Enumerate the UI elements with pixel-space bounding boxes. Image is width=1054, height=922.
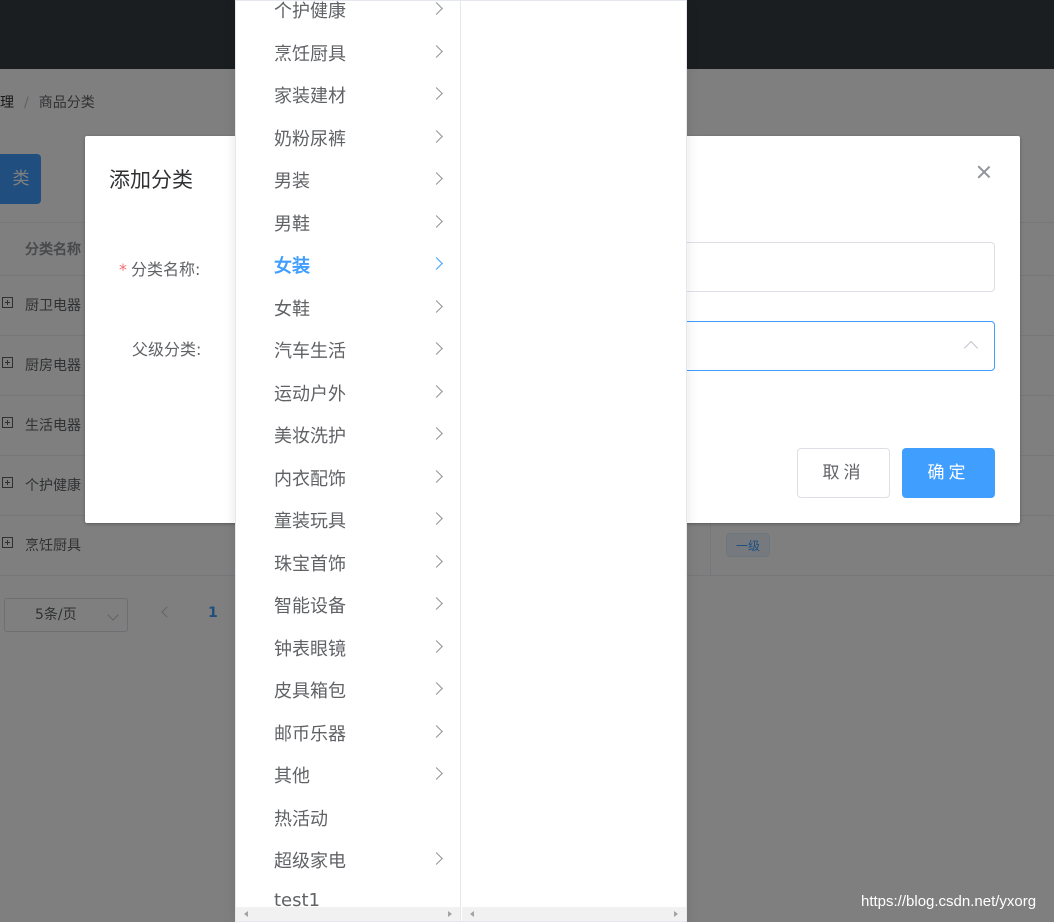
cancel-button[interactable]: 取消 — [797, 448, 890, 498]
cascader-option[interactable]: 钟表眼镜 — [236, 626, 460, 668]
cascader-option[interactable]: 个护健康 — [236, 1, 460, 30]
cascader-option[interactable]: 女鞋 — [236, 286, 460, 328]
cascader-option[interactable]: 男装 — [236, 158, 460, 200]
cascader-option[interactable]: 运动户外 — [236, 371, 460, 413]
chevron-right-icon — [430, 384, 443, 398]
chevron-right-icon — [430, 512, 443, 525]
parent-category-label: 父级分类: — [132, 340, 202, 359]
scroll-right-icon[interactable] — [448, 911, 452, 917]
cascader-option[interactable]: 美妆洗护 — [236, 413, 460, 455]
cascader-option[interactable]: 女装 — [236, 243, 460, 285]
cascader-option-label: 女鞋 — [274, 298, 310, 320]
cascader-option[interactable]: 邮币乐器 — [236, 711, 460, 753]
cascader-option[interactable]: 皮具箱包 — [236, 668, 460, 710]
chevron-right-icon — [430, 852, 443, 865]
category-name-input[interactable] — [645, 242, 995, 292]
close-icon[interactable] — [976, 164, 992, 180]
category-name-label: * 分类名称: — [119, 256, 200, 280]
cascader-option-label: 超级家电 — [274, 851, 346, 872]
scroll-left-icon[interactable] — [470, 911, 474, 917]
cascader-option-label: 皮具箱包 — [274, 681, 346, 702]
chevron-right-icon — [430, 724, 443, 738]
cascader-option[interactable]: 奶粉尿裤 — [236, 116, 460, 158]
chevron-up-icon — [963, 340, 979, 356]
chevron-right-icon — [430, 469, 443, 483]
cascader-option-label: 珠宝首饰 — [274, 553, 346, 575]
chevron-right-icon — [430, 639, 443, 653]
cascader-option-label: 美妆洗护 — [274, 426, 346, 447]
cascader-option-label: 邮币乐器 — [274, 723, 346, 745]
required-mark: * — [119, 260, 127, 279]
chevron-right-icon — [430, 214, 443, 228]
cascader-menu-level-2 — [461, 1, 686, 921]
watermark-text: https://blog.csdn.net/yxorg — [861, 893, 1037, 910]
confirm-button[interactable]: 确定 — [902, 448, 995, 498]
cascader-option-label: 奶粉尿裤 — [274, 128, 346, 150]
chevron-right-icon — [430, 129, 443, 143]
cascader-option[interactable]: 家装建材 — [236, 73, 460, 115]
category-name-label-text: 分类名称: — [131, 260, 201, 279]
menu-2-horizontal-scrollbar[interactable] — [462, 907, 686, 921]
chevron-right-icon — [430, 172, 443, 185]
cascader-option[interactable]: 热活动 — [236, 796, 460, 838]
chevron-right-icon — [430, 299, 443, 313]
cascader-option-label: 个护健康 — [274, 1, 346, 22]
cascader-option-label: 运动户外 — [274, 383, 346, 405]
cascader-option-label: 智能设备 — [274, 596, 346, 617]
cascader-option[interactable]: 男鞋 — [236, 201, 460, 243]
dialog-title: 添加分类 — [109, 168, 193, 192]
cascader-option[interactable]: 内衣配饰 — [236, 456, 460, 498]
cascader-menu-level-1: 个护健康烹饪厨具家装建材奶粉尿裤男装男鞋女装女鞋汽车生活运动户外美妆洗护内衣配饰… — [236, 1, 461, 921]
cascader-option[interactable]: 超级家电 — [236, 838, 460, 880]
cascader-option[interactable]: 烹饪厨具 — [236, 31, 460, 73]
cascader-option[interactable]: 珠宝首饰 — [236, 541, 460, 583]
cascader-option-label: 童装玩具 — [274, 511, 346, 532]
cascader-option-label: 汽车生活 — [274, 341, 346, 362]
chevron-right-icon — [430, 257, 443, 270]
parent-category-cascader[interactable] — [645, 321, 995, 371]
chevron-right-icon — [430, 427, 443, 440]
cascader-option-label: 热活动 — [274, 808, 328, 830]
chevron-right-icon — [430, 2, 443, 15]
cascader-option[interactable]: 汽车生活 — [236, 328, 460, 370]
chevron-right-icon — [430, 44, 443, 58]
chevron-right-icon — [430, 597, 443, 610]
cascader-option-label: 其他 — [274, 766, 310, 787]
cascader-option[interactable]: 其他 — [236, 753, 460, 795]
cascader-option[interactable]: 智能设备 — [236, 583, 460, 625]
cascader-option-label: 家装建材 — [274, 86, 346, 107]
chevron-right-icon — [430, 682, 443, 695]
cascader-option-label: 女装 — [274, 256, 310, 277]
cascader-option-label: 内衣配饰 — [274, 468, 346, 490]
cascader-option-label: 男装 — [274, 171, 310, 192]
cascader-option[interactable]: 童装玩具 — [236, 498, 460, 540]
chevron-right-icon — [430, 554, 443, 568]
cascader-option-label: 钟表眼镜 — [274, 638, 346, 660]
cascader-option-label: 烹饪厨具 — [274, 43, 346, 65]
scroll-left-icon[interactable] — [244, 911, 248, 917]
chevron-right-icon — [430, 342, 443, 355]
chevron-right-icon — [430, 87, 443, 100]
scroll-right-icon[interactable] — [674, 911, 678, 917]
chevron-right-icon — [430, 767, 443, 780]
menu-1-horizontal-scrollbar[interactable] — [236, 907, 460, 921]
cascader-option-label: 男鞋 — [274, 213, 310, 235]
cascader-dropdown: 个护健康烹饪厨具家装建材奶粉尿裤男装男鞋女装女鞋汽车生活运动户外美妆洗护内衣配饰… — [235, 0, 687, 922]
